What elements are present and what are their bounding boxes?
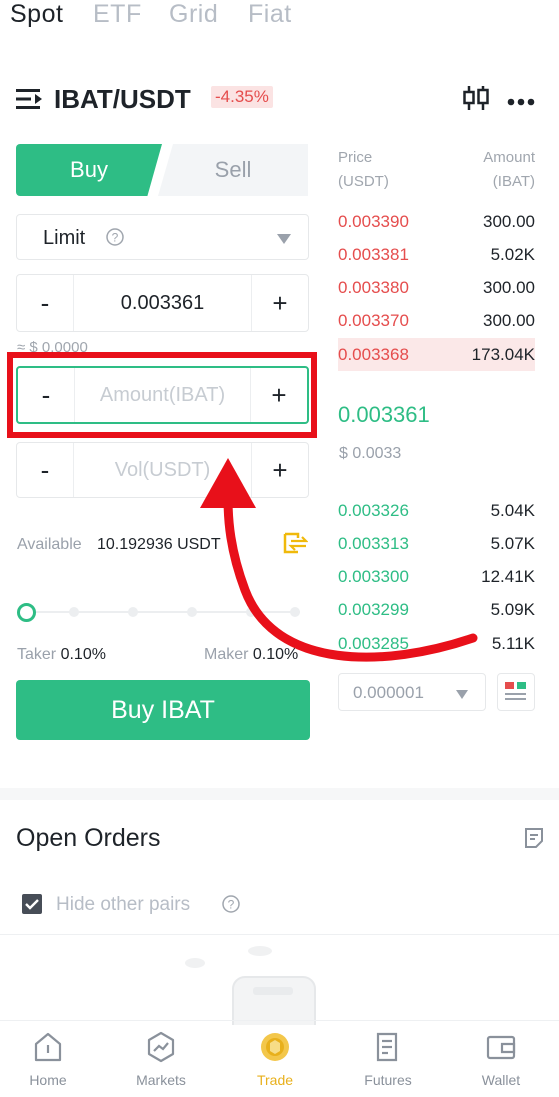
ask-amount: 300.00 — [483, 277, 535, 297]
ob-amount-label: Amount — [483, 149, 535, 166]
ask-row[interactable]: 0.003368 173.04K — [338, 338, 535, 371]
buy-submit-button[interactable]: Buy IBAT — [16, 680, 310, 740]
nav-home[interactable]: Home — [3, 1030, 93, 1088]
tab-fiat[interactable]: Fiat — [248, 0, 292, 29]
nav-wallet-label: Wallet — [481, 1072, 521, 1088]
orderbook-layout-button[interactable] — [497, 673, 535, 711]
markets-icon — [147, 1031, 175, 1063]
candlestick-chart-icon[interactable] — [462, 84, 490, 112]
ob-price-unit: (USDT) — [338, 173, 389, 190]
section-divider — [0, 788, 559, 800]
help-icon[interactable]: ? — [221, 894, 241, 914]
ask-row[interactable]: 0.003380 300.00 — [338, 271, 535, 304]
price-stepper[interactable]: - 0.003361 + — [16, 274, 309, 332]
slider-step-50[interactable] — [128, 607, 138, 617]
nav-home-label: Home — [29, 1072, 67, 1088]
sell-tab[interactable]: Sell — [158, 144, 308, 196]
nav-trade-label: Trade — [256, 1072, 294, 1088]
help-icon[interactable]: ? — [105, 227, 125, 247]
ask-amount: 300.00 — [483, 310, 535, 330]
precision-select[interactable]: 0.000001 — [338, 673, 486, 711]
nav-markets[interactable]: Markets — [116, 1030, 206, 1088]
open-orders-title: Open Orders — [16, 824, 161, 852]
ask-price: 0.003368 — [338, 344, 409, 364]
bid-amount: 5.11K — [491, 633, 535, 653]
last-price: 0.003361 — [338, 402, 430, 427]
bid-amount: 5.07K — [490, 533, 535, 553]
check-icon — [25, 899, 39, 910]
taker-fee: Taker 0.10% — [17, 646, 106, 664]
nav-trade[interactable]: Trade — [230, 1030, 320, 1088]
ask-price: 0.003390 — [338, 211, 409, 231]
tab-etf[interactable]: ETF — [93, 0, 142, 29]
slider-handle[interactable] — [17, 603, 36, 622]
trade-icon — [261, 1033, 289, 1061]
taker-value: 0.10% — [60, 646, 106, 663]
vol-decrease-button[interactable]: - — [17, 443, 74, 497]
menu-icon[interactable] — [16, 88, 44, 110]
change-badge: -4.35% — [211, 86, 273, 108]
nav-wallet[interactable]: Wallet — [456, 1030, 546, 1088]
hide-pairs-label: Hide other pairs — [56, 894, 191, 915]
ob-amount-header: Amount (IBAT) — [470, 146, 535, 194]
buy-tab[interactable]: Buy — [16, 144, 162, 196]
taker-label: Taker — [17, 646, 57, 663]
ask-price: 0.003381 — [338, 244, 409, 264]
bid-amount: 5.04K — [490, 500, 535, 520]
svg-text:?: ? — [112, 231, 119, 245]
ask-price: 0.003380 — [338, 277, 409, 297]
tab-spot[interactable]: Spot — [10, 0, 63, 29]
orderbook-layout-icon — [505, 682, 526, 700]
ask-amount: 5.02K — [490, 244, 535, 264]
highlight-box — [7, 352, 317, 438]
arrow-annotation — [200, 458, 478, 662]
available-label: Available — [17, 536, 82, 553]
nav-futures[interactable]: Futures — [343, 1030, 433, 1088]
order-history-icon[interactable] — [523, 827, 545, 849]
hide-pairs-checkbox[interactable] — [22, 894, 42, 914]
chevron-down-icon — [455, 687, 469, 699]
divider — [0, 934, 559, 935]
svg-text:?: ? — [228, 898, 235, 912]
futures-icon — [376, 1032, 398, 1062]
home-icon — [34, 1032, 62, 1062]
tab-grid[interactable]: Grid — [169, 0, 218, 29]
price-decrease-button[interactable]: - — [17, 275, 74, 331]
ob-price-label: Price — [338, 149, 373, 166]
chevron-down-icon — [276, 232, 292, 244]
slider-step-25[interactable] — [69, 607, 79, 617]
ob-price-header: Price (USDT) — [338, 146, 389, 194]
nav-markets-label: Markets — [136, 1072, 186, 1088]
ask-row[interactable]: 0.003390 300.00 — [338, 205, 535, 238]
wallet-icon — [486, 1035, 516, 1060]
bid-amount: 5.09K — [490, 599, 535, 619]
ask-price: 0.003370 — [338, 310, 409, 330]
ask-row[interactable]: 0.003370 300.00 — [338, 304, 535, 337]
pair-title[interactable]: IBAT/USDT — [54, 84, 191, 115]
bottom-nav-divider — [0, 1020, 559, 1021]
ask-row[interactable]: 0.003381 5.02K — [338, 238, 535, 271]
ob-amount-unit: (IBAT) — [492, 173, 535, 190]
precision-value: 0.000001 — [353, 683, 424, 702]
ask-amount: 300.00 — [483, 211, 535, 231]
price-input[interactable]: 0.003361 — [73, 275, 252, 331]
order-type-value: Limit — [43, 227, 86, 249]
ask-amount: 173.04K — [471, 344, 535, 364]
empty-orders-illustration — [185, 946, 316, 1025]
more-icon[interactable] — [507, 93, 535, 106]
nav-futures-label: Futures — [364, 1072, 412, 1088]
price-increase-button[interactable]: + — [251, 275, 308, 331]
order-type-select[interactable]: Limit ? — [16, 214, 309, 260]
